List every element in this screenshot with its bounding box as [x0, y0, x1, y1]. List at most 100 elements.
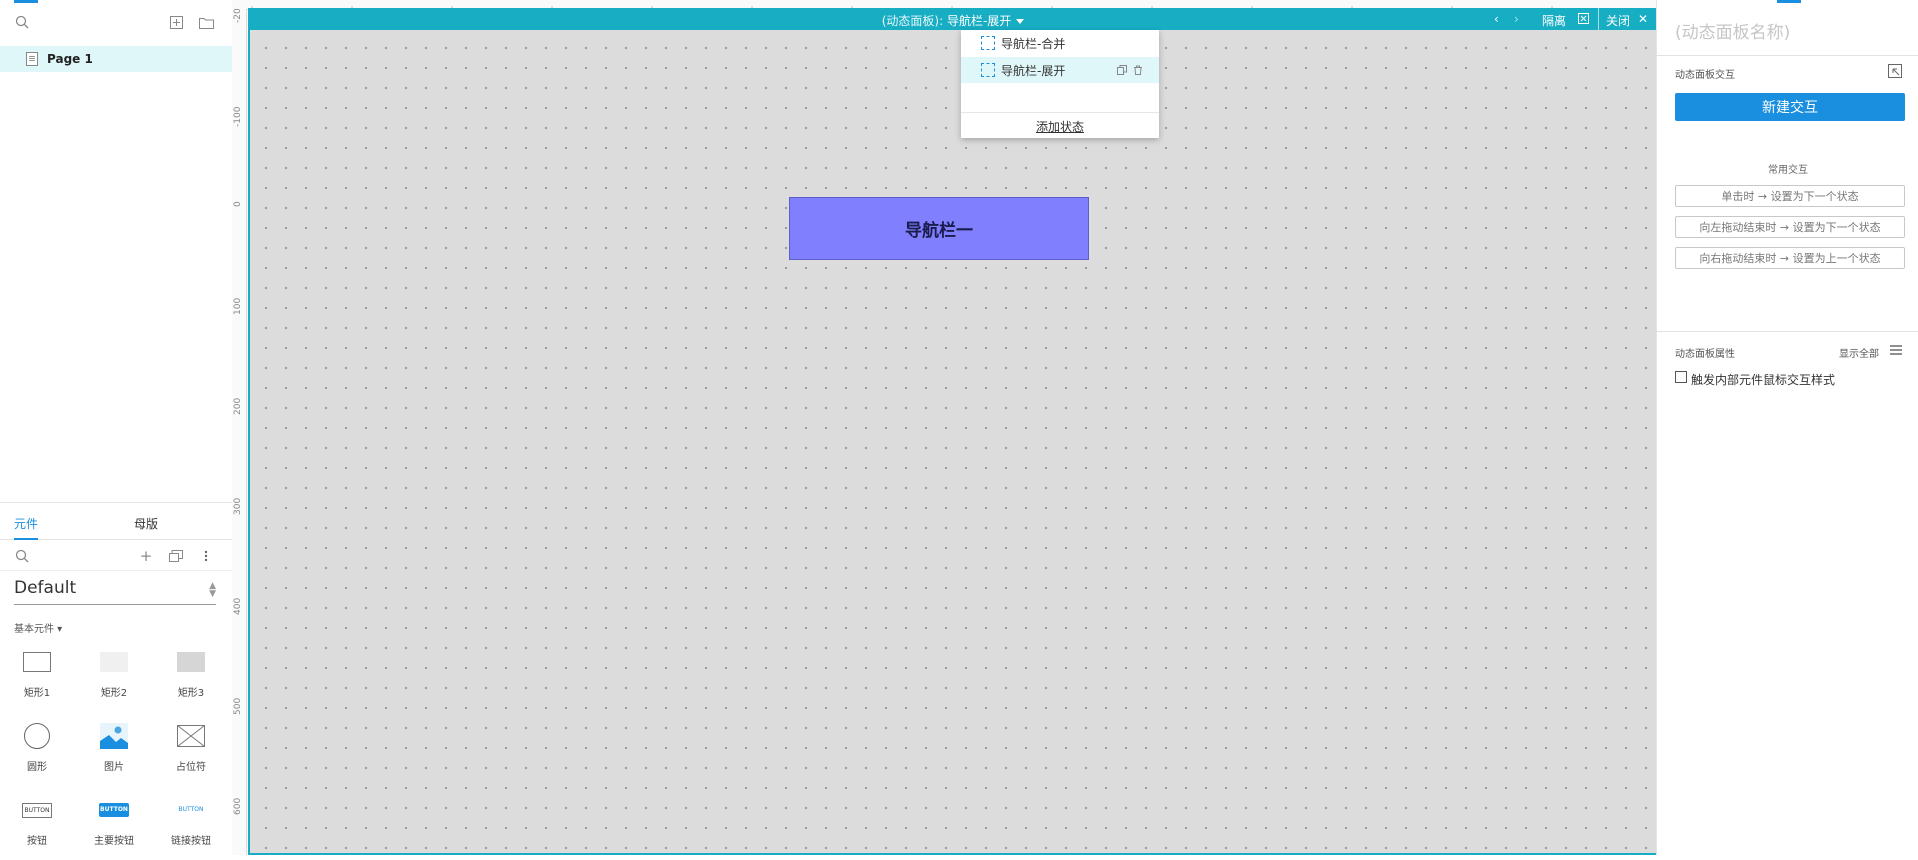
ruler-label: 500 — [233, 697, 243, 715]
link-button-thumb-text: BUTTON — [178, 806, 204, 813]
isolate-button[interactable]: 隔离 — [1542, 12, 1566, 29]
header-separator — [1598, 8, 1599, 30]
panel-name-input[interactable]: (动态面板名称) — [1675, 18, 1790, 43]
page-icon — [26, 52, 38, 66]
current-state-label: 导航栏-展开 — [946, 14, 1012, 28]
design-canvas[interactable] — [248, 8, 1658, 855]
widget-placeholder[interactable]: 占位符 — [156, 716, 226, 786]
select-arrows-icon: ▲ ▼ — [209, 581, 216, 599]
close-icon[interactable]: ✕ — [1638, 12, 1648, 26]
trigger-styles-checkbox[interactable] — [1675, 371, 1687, 383]
state-dropdown: 导航栏-合并 导航栏-展开 添加状态 — [961, 30, 1159, 138]
dropdown-divider — [961, 112, 1159, 113]
widget-label: 按钮 — [27, 836, 47, 847]
inspector-tab-indicator — [1777, 0, 1801, 3]
state-icon — [981, 63, 995, 77]
search-icon[interactable] — [14, 14, 30, 30]
pages-panel-indicator — [14, 0, 38, 3]
widget-rectangle-2[interactable]: 矩形2 — [79, 642, 149, 712]
state-icon — [981, 36, 995, 50]
widget-button[interactable]: BUTTON 按钮 — [2, 790, 72, 860]
widget-image[interactable]: 图片 — [79, 716, 149, 786]
state-actions — [1117, 64, 1143, 78]
tab-masters[interactable]: 母版 — [134, 515, 158, 532]
library-select[interactable]: Default ▲ ▼ — [14, 578, 216, 605]
state-item-label: 导航栏-合并 — [1001, 36, 1066, 51]
ruler-label: -20 — [233, 9, 243, 23]
delete-state-icon[interactable] — [1133, 64, 1143, 78]
library-select-value: Default — [14, 578, 77, 598]
ruler-label: 600 — [233, 797, 243, 815]
caret-down-icon — [1016, 19, 1025, 24]
state-selector[interactable]: (动态面板): 导航栏-展开 — [248, 12, 1658, 29]
widget-rectangle-1[interactable]: 矩形1 — [2, 642, 72, 712]
button-thumb-text: BUTTON — [22, 802, 52, 818]
new-interaction-button[interactable]: 新建交互 — [1675, 93, 1905, 121]
tab-widgets[interactable]: 元件 — [14, 515, 39, 540]
placeholder-icon — [156, 716, 226, 756]
show-all-link[interactable]: 显示全部 — [1839, 345, 1879, 360]
divider — [1657, 55, 1918, 56]
quick-interaction-click[interactable]: 单击时 → 设置为下一个状态 — [1675, 185, 1905, 207]
page-item-label: Page 1 — [47, 52, 93, 66]
menu-icon[interactable] — [1889, 343, 1903, 357]
widget-primary-button[interactable]: BUTTON 主要按钮 — [79, 790, 149, 860]
link-button-icon: BUTTON — [156, 790, 226, 830]
widget-label: 图片 — [104, 762, 124, 773]
add-state-link[interactable]: 添加状态 — [961, 118, 1159, 135]
basic-widgets-section-label[interactable]: 基本元件 ▾ — [14, 620, 62, 635]
ruler-label: 0 — [233, 201, 243, 207]
primary-button-thumb-text: BUTTON — [99, 803, 129, 817]
rectangle-2-icon — [79, 642, 149, 682]
library-toolbar: + — [0, 542, 232, 571]
state-item-label: 导航栏-展开 — [1001, 63, 1066, 78]
quick-interaction-drag-left[interactable]: 向左拖动结束时 → 设置为下一个状态 — [1675, 216, 1905, 238]
widget-label: 链接按钮 — [171, 836, 211, 847]
more-options-icon[interactable] — [198, 548, 214, 564]
common-interactions-title: 常用交互 — [1768, 165, 1808, 176]
circle-icon — [2, 716, 72, 756]
trigger-styles-label: 触发内部元件鼠标交互样式 — [1691, 373, 1836, 387]
copy-library-icon[interactable] — [168, 548, 184, 564]
duplicate-state-icon[interactable] — [1117, 64, 1127, 78]
widget-label: 矩形3 — [177, 688, 205, 699]
library-search-icon[interactable] — [14, 548, 30, 564]
navigation-bar-widget[interactable]: 导航栏一 — [789, 197, 1089, 260]
state-item-collapsed[interactable]: 导航栏-合并 — [961, 30, 1159, 56]
vertical-ruler: -20 -100 0 100 200 300 400 500 600 — [232, 9, 247, 855]
ruler-label: 400 — [233, 597, 243, 615]
previous-state-icon[interactable]: ‹ — [1494, 12, 1499, 26]
page-item[interactable]: Page 1 — [0, 46, 232, 72]
state-item-expanded[interactable]: 导航栏-展开 — [961, 57, 1159, 83]
button-icon: BUTTON — [2, 790, 72, 830]
widget-circle[interactable]: 圆形 — [2, 716, 72, 786]
ruler-label: 300 — [233, 497, 243, 515]
next-state-icon[interactable]: › — [1514, 12, 1519, 26]
widget-label: 占位符 — [176, 762, 206, 773]
ruler-label: 100 — [233, 297, 243, 315]
widget-rectangle-3[interactable]: 矩形3 — [156, 642, 226, 712]
widget-link-button[interactable]: BUTTON 链接按钮 — [156, 790, 226, 860]
ruler-label: -100 — [233, 106, 243, 127]
widget-label: 矩形1 — [23, 688, 51, 699]
widget-label: 圆形 — [27, 762, 47, 773]
inspector-panel: (动态面板名称) 动态面板交互 新建交互 常用交互 单击时 → 设置为下一个状态… — [1656, 0, 1918, 855]
add-library-icon[interactable]: + — [138, 547, 154, 565]
add-folder-icon[interactable] — [198, 14, 214, 30]
left-sidebar: Page 1 元件 母版 + Default ▲ ▼ 基本元件 ▾ 矩形1 矩形2… — [0, 0, 233, 855]
close-button[interactable]: 关闭 — [1606, 12, 1630, 29]
pages-toolbar — [0, 6, 232, 38]
interaction-editor-icon[interactable] — [1887, 63, 1903, 79]
widget-label: 矩形2 — [100, 688, 128, 699]
divider — [1657, 331, 1918, 332]
panel-type-label: (动态面板): — [881, 14, 944, 28]
ruler-label: 200 — [233, 397, 243, 415]
properties-title: 动态面板属性 — [1675, 349, 1735, 360]
rectangle-3-icon — [156, 642, 226, 682]
widget-label: 主要按钮 — [94, 836, 134, 847]
add-page-icon[interactable] — [168, 14, 184, 30]
library-tabs: 元件 母版 — [0, 502, 232, 540]
primary-button-icon: BUTTON — [79, 790, 149, 830]
fit-screen-icon[interactable] — [1578, 13, 1589, 27]
quick-interaction-drag-right[interactable]: 向右拖动结束时 → 设置为上一个状态 — [1675, 247, 1905, 269]
